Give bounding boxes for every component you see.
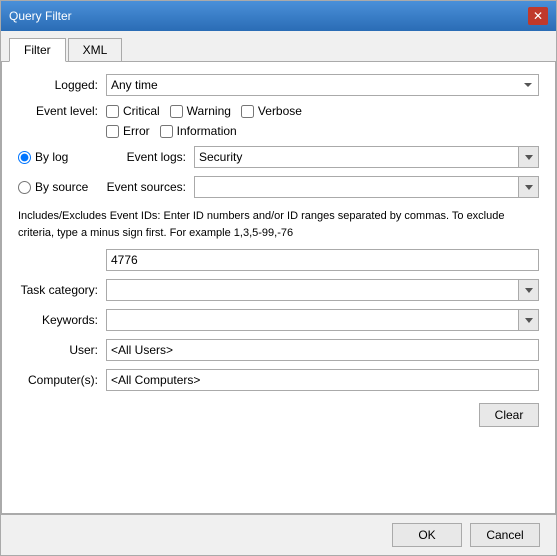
bottom-buttons: OK Cancel — [1, 514, 556, 555]
chevron-down-icon-4 — [525, 318, 533, 323]
task-category-label: Task category: — [18, 283, 98, 297]
checkboxes-line-1: Critical Warning Verbose — [106, 104, 302, 118]
by-log-radio-label[interactable]: By log — [18, 150, 98, 164]
description-text: Includes/Excludes Event IDs: Enter ID nu… — [18, 208, 539, 241]
cancel-button[interactable]: Cancel — [470, 523, 540, 547]
event-sources-dropdown-btn[interactable] — [519, 176, 539, 198]
error-checkbox[interactable] — [106, 125, 119, 138]
logged-label: Logged: — [18, 78, 98, 92]
task-category-combo — [106, 279, 539, 301]
checkboxes-block: Critical Warning Verbose Error — [106, 104, 302, 138]
clear-row: Clear — [18, 403, 539, 427]
event-logs-combo: Security — [194, 146, 539, 168]
tab-xml[interactable]: XML — [68, 38, 123, 62]
logged-row: Logged: Any time Last hour Last 12 hours… — [18, 74, 539, 96]
task-category-dropdown-btn[interactable] — [519, 279, 539, 301]
keywords-row: Keywords: — [18, 309, 539, 331]
computer-row: Computer(s): — [18, 369, 539, 391]
ok-button[interactable]: OK — [392, 523, 462, 547]
tab-bar: Filter XML — [1, 31, 556, 62]
checkbox-information[interactable]: Information — [160, 124, 237, 138]
chevron-down-icon-2 — [525, 185, 533, 190]
keywords-select[interactable] — [106, 309, 519, 331]
user-row: User: — [18, 339, 539, 361]
clear-button[interactable]: Clear — [479, 403, 539, 427]
checkboxes-line-2: Error Information — [106, 124, 302, 138]
by-log-row: By log Event logs: Security — [18, 146, 539, 168]
checkbox-critical[interactable]: Critical — [106, 104, 160, 118]
keywords-label: Keywords: — [18, 313, 98, 327]
task-category-select[interactable] — [106, 279, 519, 301]
logged-select[interactable]: Any time Last hour Last 12 hours Last 24… — [106, 74, 539, 96]
query-filter-window: Query Filter ✕ Filter XML Logged: Any ti… — [0, 0, 557, 556]
event-sources-combo — [194, 176, 539, 198]
task-category-row: Task category: — [18, 279, 539, 301]
event-id-input[interactable] — [106, 249, 539, 271]
keywords-dropdown-btn[interactable] — [519, 309, 539, 331]
critical-checkbox[interactable] — [106, 105, 119, 118]
event-sources-select[interactable] — [194, 176, 519, 198]
close-button[interactable]: ✕ — [528, 7, 548, 25]
by-source-radio-label[interactable]: By source — [18, 180, 98, 194]
event-sources-label: Event sources: — [106, 180, 186, 194]
title-bar: Query Filter ✕ — [1, 1, 556, 31]
event-level-row: Event level: Critical Warning Verbose — [18, 104, 539, 138]
event-logs-select[interactable]: Security — [194, 146, 519, 168]
warning-checkbox[interactable] — [170, 105, 183, 118]
window-title: Query Filter — [9, 9, 72, 23]
verbose-checkbox[interactable] — [241, 105, 254, 118]
computer-label: Computer(s): — [18, 373, 98, 387]
by-source-radio[interactable] — [18, 181, 31, 194]
checkbox-verbose[interactable]: Verbose — [241, 104, 302, 118]
event-logs-label: Event logs: — [106, 150, 186, 164]
chevron-down-icon-3 — [525, 288, 533, 293]
by-source-row: By source Event sources: — [18, 176, 539, 198]
event-id-row — [18, 249, 539, 271]
event-logs-dropdown-btn[interactable] — [519, 146, 539, 168]
tab-filter[interactable]: Filter — [9, 38, 66, 62]
event-level-label: Event level: — [18, 104, 98, 118]
checkbox-warning[interactable]: Warning — [170, 104, 231, 118]
chevron-down-icon — [525, 155, 533, 160]
computer-input[interactable] — [106, 369, 539, 391]
user-input[interactable] — [106, 339, 539, 361]
filter-content: Logged: Any time Last hour Last 12 hours… — [1, 62, 556, 514]
by-log-radio[interactable] — [18, 151, 31, 164]
user-label: User: — [18, 343, 98, 357]
keywords-combo — [106, 309, 539, 331]
information-checkbox[interactable] — [160, 125, 173, 138]
checkbox-error[interactable]: Error — [106, 124, 150, 138]
